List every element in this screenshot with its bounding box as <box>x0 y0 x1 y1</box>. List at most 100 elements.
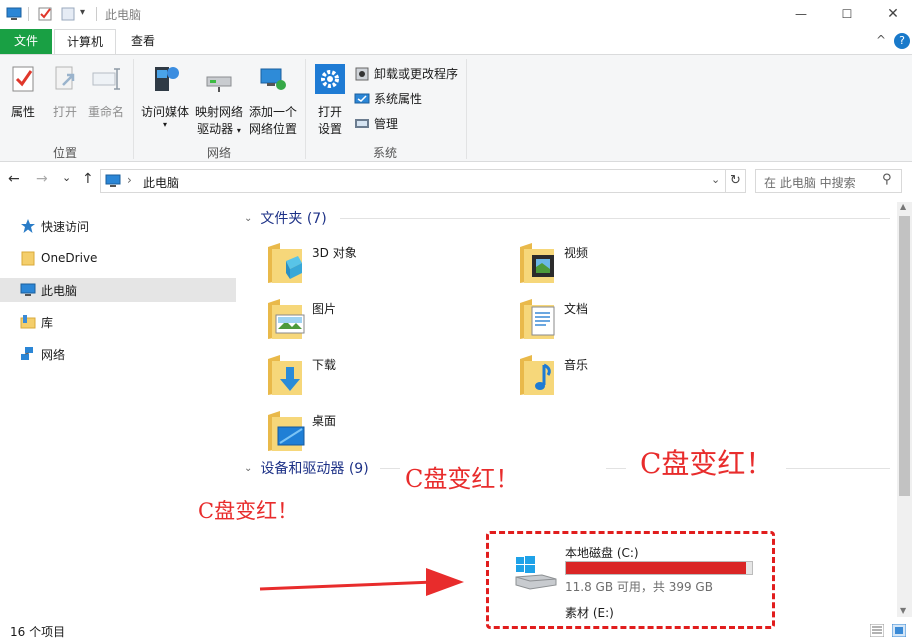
search-placeholder: 在 此电脑 中搜索 <box>764 176 856 190</box>
scrollbar-thumb[interactable] <box>899 216 910 496</box>
folder-item[interactable]: 音乐 <box>518 353 758 403</box>
group-label-location: 位置 <box>52 146 77 160</box>
sidebar-item-network[interactable]: 网络 <box>0 342 236 366</box>
recent-locations-button[interactable]: ⌄ <box>62 171 71 184</box>
annotation-text: C盘变红！ <box>640 447 774 480</box>
sidebar-item-this-pc[interactable]: 此电脑 <box>0 278 236 302</box>
access-media-button[interactable]: 访问媒体 ▾ <box>138 63 192 129</box>
details-view-icon[interactable] <box>870 624 884 637</box>
open-settings-button[interactable]: 打开 设置 <box>310 63 350 138</box>
folder-item[interactable]: 3D 对象 <box>266 241 506 291</box>
properties-icon <box>12 66 34 92</box>
search-input[interactable]: 在 此电脑 中搜索 ⚲ <box>755 169 902 193</box>
section-divider <box>340 218 890 219</box>
add-network-location-button[interactable]: 添加一个 网络位置 <box>246 63 300 138</box>
tab-computer[interactable]: 计算机 <box>54 29 116 55</box>
pictures-folder-icon <box>268 299 305 339</box>
ribbon-tab-bar: 文件 计算机 查看 ^ ? <box>0 29 912 55</box>
this-pc-icon <box>105 174 121 187</box>
network-icon <box>21 347 33 360</box>
open-icon <box>55 66 75 90</box>
access-media-icon <box>155 67 179 91</box>
scroll-up-arrow-icon[interactable]: ▲ <box>900 202 906 211</box>
file-explorer-window: ▾ 此电脑 — ☐ ✕ 文件 计算机 查看 ^ ? 属性 打开 重命名 位置 访… <box>0 0 912 639</box>
music-folder-icon <box>520 355 554 395</box>
status-bar: 16 个项目 <box>0 621 912 639</box>
properties-quick-icon[interactable] <box>37 6 53 22</box>
group-label-network: 网络 <box>206 146 231 160</box>
minimize-button[interactable]: — <box>778 0 824 28</box>
folders-section-header[interactable]: ⌄ 文件夹 (7) <box>244 209 327 227</box>
add-network-label-line2: 网络位置 <box>248 122 297 136</box>
navigation-bar: ← → ⌄ ↑ › 此电脑 ⌄ ↻ 在 此电脑 中搜索 ⚲ <box>0 167 912 195</box>
system-properties-label: 系统属性 <box>374 92 423 106</box>
quick-access-toolbar-dropdown[interactable]: ▾ <box>80 7 85 18</box>
folders-section-title: 文件夹 (7) <box>260 211 327 227</box>
chevron-down-icon: ⌄ <box>244 212 253 224</box>
vertical-scrollbar[interactable]: ▲ ▼ <box>897 202 912 617</box>
folder-item[interactable]: 视频 <box>518 241 758 291</box>
devices-section-header[interactable]: ⌄ 设备和驱动器 (9) <box>244 459 369 477</box>
uninstall-icon <box>355 67 369 81</box>
section-divider <box>786 468 890 469</box>
folder-item[interactable]: 文档 <box>518 297 758 347</box>
sidebar-item-libraries[interactable]: 库 <box>0 310 236 334</box>
folder-item[interactable]: 图片 <box>266 297 506 347</box>
manage-button[interactable]: 管理 <box>354 113 398 135</box>
item-count: 16 个项目 <box>10 625 66 639</box>
refresh-button[interactable]: ↻ <box>726 169 746 193</box>
close-button[interactable]: ✕ <box>870 0 912 28</box>
tab-view[interactable]: 查看 <box>118 29 168 54</box>
settings-gear-icon <box>315 64 345 94</box>
group-separator <box>133 59 134 159</box>
annotation-arrow <box>259 568 464 596</box>
scroll-down-arrow-icon[interactable]: ▼ <box>900 606 906 615</box>
folder-item[interactable]: 桌面 <box>266 409 506 459</box>
breadcrumb-this-pc[interactable]: 此电脑 <box>143 174 179 191</box>
open-settings-label-line2: 设置 <box>317 122 342 136</box>
address-dropdown-button[interactable]: ⌄ <box>711 173 720 186</box>
collapse-ribbon-button[interactable]: ^ <box>876 33 886 47</box>
forward-button[interactable]: → <box>36 171 48 187</box>
window-title: 此电脑 <box>105 8 142 22</box>
devices-section-title: 设备和驱动器 (9) <box>260 461 369 477</box>
up-button[interactable]: ↑ <box>82 171 94 187</box>
videos-folder-icon <box>520 243 554 283</box>
tab-file[interactable]: 文件 <box>0 29 52 54</box>
uninstall-label: 卸载或更改程序 <box>374 67 459 81</box>
sidebar-item-quick-access[interactable]: 快速访问 <box>0 214 236 238</box>
onedrive-folder-icon <box>21 251 35 266</box>
new-folder-quick-icon[interactable] <box>60 6 76 22</box>
map-network-drive-button[interactable]: 映射网络 驱动器 ▾ <box>192 63 246 139</box>
section-divider <box>380 468 400 469</box>
computer-icon <box>6 7 22 20</box>
properties-button[interactable]: 属性 <box>4 63 42 121</box>
open-label: 打开 <box>52 105 77 119</box>
open-settings-label-line1: 打开 <box>317 105 342 119</box>
help-button[interactable]: ? <box>894 33 910 49</box>
downloads-folder-icon <box>268 355 302 395</box>
separator <box>96 7 97 21</box>
large-icons-view-icon[interactable] <box>892 624 906 637</box>
sidebar-item-label: 网络 <box>41 347 66 362</box>
sidebar-item-label: 库 <box>41 315 54 330</box>
open-button[interactable]: 打开 <box>46 63 84 121</box>
uninstall-programs-button[interactable]: 卸载或更改程序 <box>354 63 458 85</box>
search-icon[interactable]: ⚲ <box>882 172 892 187</box>
folder-label: 视频 <box>564 246 589 260</box>
libraries-icon <box>20 315 36 329</box>
rename-button[interactable]: 重命名 <box>86 63 126 121</box>
chevron-down-icon: ⌄ <box>244 462 253 474</box>
system-properties-icon <box>354 93 370 104</box>
system-properties-button[interactable]: 系统属性 <box>354 88 422 110</box>
sidebar-item-onedrive[interactable]: OneDrive <box>0 246 236 270</box>
map-drive-label-line1: 映射网络 <box>194 105 243 119</box>
sidebar-item-label: OneDrive <box>41 251 98 265</box>
breadcrumb-separator: › <box>127 173 132 187</box>
group-separator <box>466 59 467 159</box>
back-button[interactable]: ← <box>8 171 20 187</box>
maximize-button[interactable]: ☐ <box>824 0 870 28</box>
manage-icon <box>355 119 369 128</box>
folder-item[interactable]: 下载 <box>266 353 506 403</box>
address-bar[interactable]: › 此电脑 ⌄ <box>100 169 726 193</box>
